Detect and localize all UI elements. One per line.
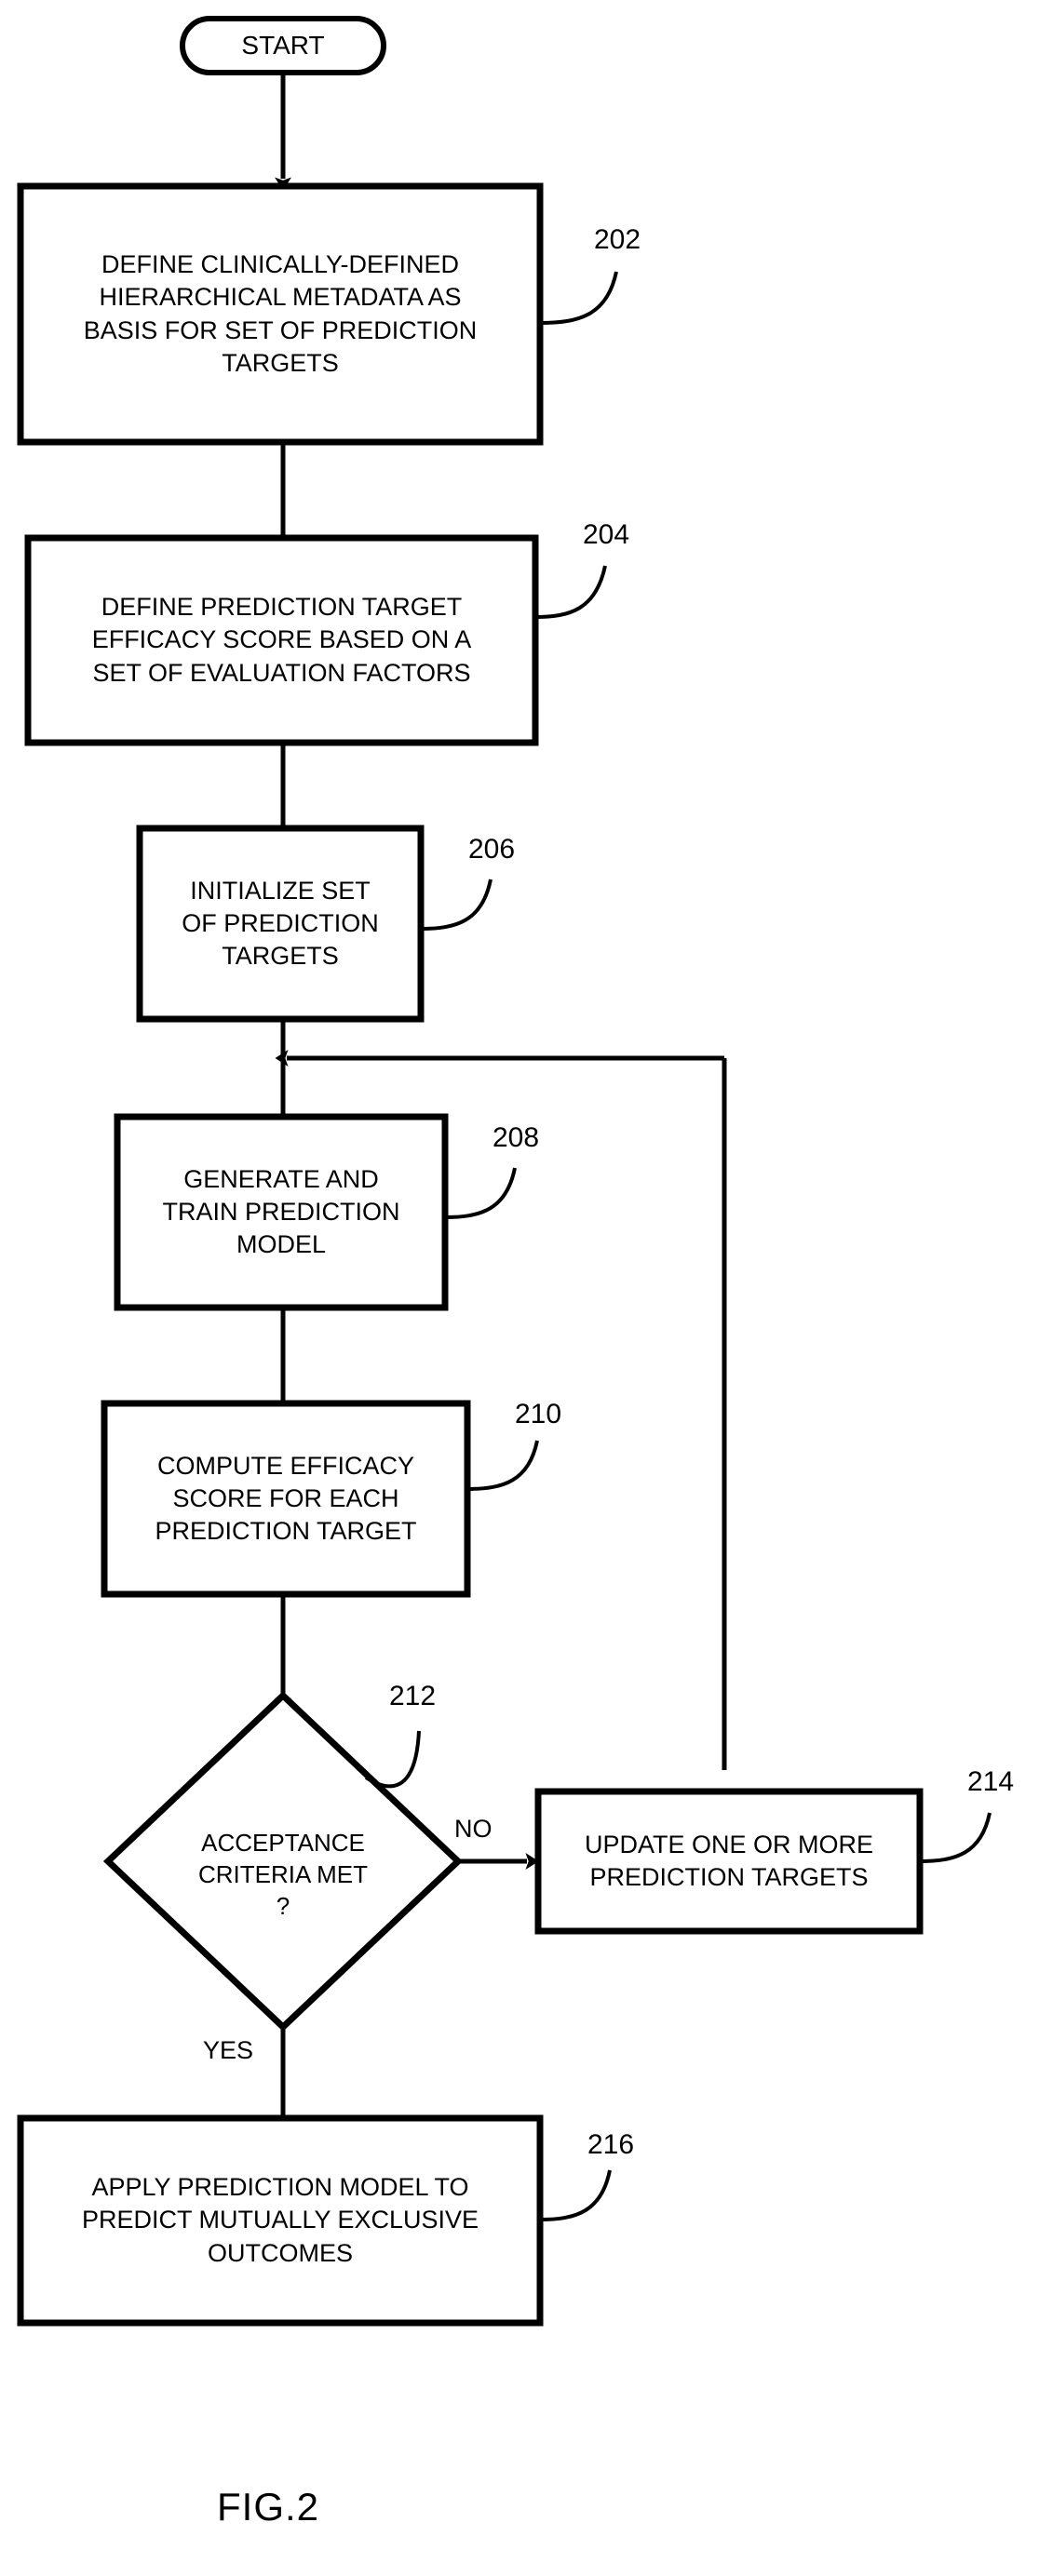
ref-number-204: 204: [583, 519, 630, 550]
node-210-shape: [101, 1400, 471, 1598]
node-208-shape: [114, 1113, 449, 1311]
flowchart-canvas: [17, 16, 992, 2327]
node-212-shape: [102, 1691, 464, 2032]
figure-caption: FIG.2: [217, 2485, 320, 2529]
ref-number-212: 212: [389, 1681, 437, 1711]
edge-label-no: NO: [454, 1815, 493, 1843]
ref-number-210: 210: [515, 1399, 562, 1429]
node-204-shape: [24, 534, 539, 746]
node-214-shape: [534, 1788, 924, 1935]
leader-202: [539, 271, 618, 325]
ref-number-202: 202: [594, 224, 641, 255]
ref-number-206: 206: [468, 834, 516, 865]
figure-page: START DEFINE CLINICALLY-DEFINED HIERARCH…: [0, 0, 1039, 2576]
leader-216: [539, 2169, 612, 2221]
edge-label-yes: YES: [203, 2036, 254, 2064]
ref-number-214: 214: [967, 1766, 1015, 1797]
ref-number-216: 216: [587, 2129, 635, 2160]
leader-210: [466, 1440, 539, 1491]
leader-208: [444, 1167, 517, 1219]
node-216-shape: [17, 2114, 544, 2327]
leader-204: [534, 565, 607, 619]
ref-number-208: 208: [493, 1122, 540, 1153]
node-206-shape: [136, 825, 425, 1023]
node-202-shape: [17, 182, 544, 446]
leader-206: [420, 879, 493, 931]
node-start-shape: [180, 16, 386, 75]
leader-214: [919, 1812, 992, 1863]
